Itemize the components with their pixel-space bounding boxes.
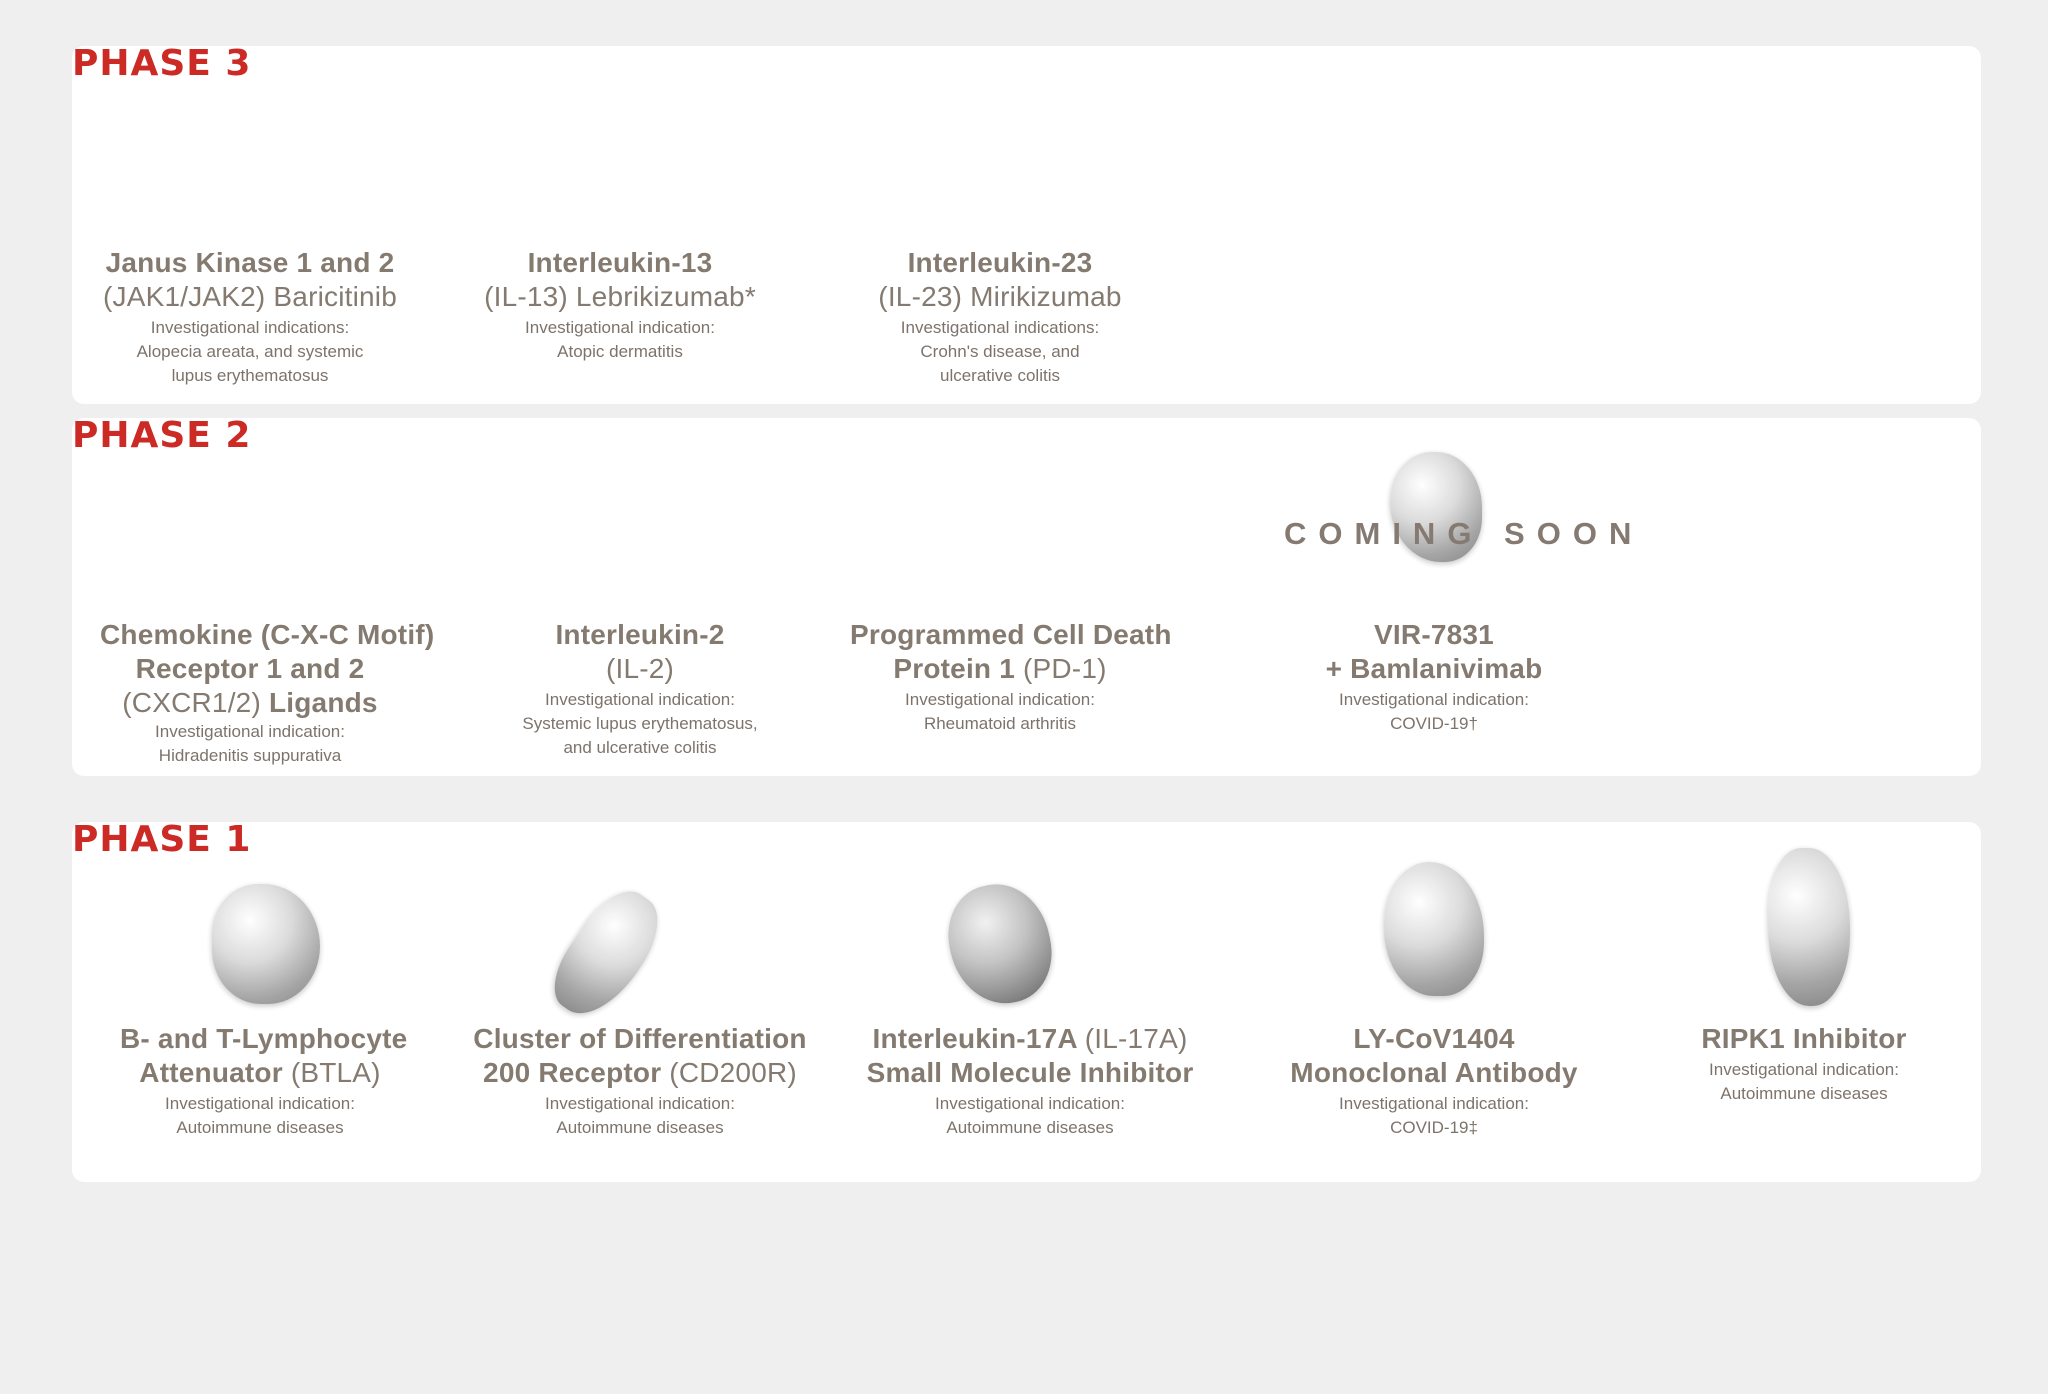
drug-abbrev: (BTLA) bbox=[290, 1057, 381, 1088]
drug-subname: (IL-2) bbox=[490, 652, 790, 686]
phase-1-item-lycov1404[interactable]: LY-CoV1404 Monoclonal Antibody Investiga… bbox=[1284, 1022, 1584, 1140]
drug-subname: Attenuator (BTLA) bbox=[120, 1056, 400, 1090]
indication-line: Crohn's disease, and bbox=[920, 342, 1080, 361]
indication-label: Investigational indications: bbox=[150, 318, 350, 337]
drug-abbrev: (IL-13) Lebrikizumab* bbox=[484, 281, 756, 312]
drug-abbrev: (IL-17A) bbox=[1084, 1023, 1188, 1054]
drug-abbrev: (CXCR1/2) bbox=[122, 687, 269, 718]
indication-label: Investigational indication: bbox=[545, 1094, 735, 1113]
drug-name: Programmed Cell Death bbox=[850, 619, 1172, 650]
indication-label: Investigational indication: bbox=[155, 722, 345, 741]
drug-name: Interleukin-23 bbox=[907, 247, 1093, 278]
indication-label: Investigational indication: bbox=[1339, 1094, 1529, 1113]
protein-structure-image bbox=[1768, 848, 1850, 1006]
indication-label: Investigational indication: bbox=[165, 1094, 355, 1113]
drug-name: Small Molecule Inhibitor bbox=[866, 1057, 1194, 1088]
indication-line: Autoimmune diseases bbox=[1720, 1084, 1888, 1103]
drug-name-bold: Attenuator bbox=[139, 1057, 291, 1088]
phase-1-item-il17a[interactable]: Interleukin-17A (IL-17A) Small Molecule … bbox=[860, 1022, 1200, 1140]
indication-label: Investigational indication: bbox=[905, 690, 1095, 709]
coming-soon-label: COMING SOON bbox=[1284, 516, 1644, 551]
phase-2-item-il2[interactable]: Interleukin-2 (IL-2) Investigational ind… bbox=[490, 618, 790, 760]
phase-2-item-cxcr[interactable]: Chemokine (C-X-C Motif) Receptor 1 and 2… bbox=[100, 618, 435, 768]
phase-1-item-cd200r[interactable]: Cluster of Differentiation 200 Receptor … bbox=[470, 1022, 810, 1140]
phase-1-panel: PHASE 1 B- and T-Lymphocyte Attenuator (… bbox=[72, 819, 1981, 1182]
drug-abbrev: (JAK1/JAK2) Baricitinib bbox=[102, 281, 398, 312]
indication-label: Investigational indication: bbox=[1709, 1060, 1899, 1079]
indication-line: Autoimmune diseases bbox=[176, 1118, 344, 1137]
indication-line: ulcerative colitis bbox=[940, 366, 1060, 385]
indication-line: COVID-19‡ bbox=[1390, 1118, 1478, 1137]
phase-3-tab bbox=[0, 0, 1909, 46]
phase-3-panel: PHASE 3 Janus Kinase 1 and 2 (JAK1/JAK2)… bbox=[72, 43, 1981, 404]
drug-name: Interleukin-2 bbox=[555, 619, 725, 650]
drug-name-bold: Interleukin-17A bbox=[872, 1023, 1085, 1054]
drug-name: Interleukin-17A (IL-17A) bbox=[860, 1022, 1200, 1056]
drug-name: LY-CoV1404 bbox=[1353, 1023, 1515, 1054]
drug-abbrev: (IL-23) Mirikizumab bbox=[878, 281, 1122, 312]
protein-structure-image bbox=[1384, 862, 1484, 996]
indication-line: Systemic lupus erythematosus, bbox=[522, 714, 758, 733]
drug-name: Monoclonal Antibody bbox=[1290, 1057, 1578, 1088]
indication-line: Autoimmune diseases bbox=[946, 1118, 1114, 1137]
protein-structure-image bbox=[938, 874, 1062, 1014]
phase-2-title: PHASE 2 bbox=[72, 415, 252, 456]
drug-subname: 200 Receptor (CD200R) bbox=[470, 1056, 810, 1090]
drug-name: RIPK1 Inhibitor bbox=[1701, 1023, 1907, 1054]
drug-name: VIR-7831 bbox=[1374, 619, 1494, 650]
drug-name: Janus Kinase 1 and 2 bbox=[105, 247, 395, 278]
indication-line: Atopic dermatitis bbox=[557, 342, 683, 361]
drug-name: B- and T-Lymphocyte bbox=[120, 1023, 408, 1054]
drug-abbrev: (PD-1) bbox=[1022, 653, 1107, 684]
protein-structure-image bbox=[212, 884, 320, 1004]
indication-line: COVID-19† bbox=[1390, 714, 1478, 733]
indication-label: Investigational indication: bbox=[525, 318, 715, 337]
indication-line: Hidradenitis suppurativa bbox=[158, 746, 342, 765]
drug-name: Cluster of Differentiation bbox=[473, 1023, 807, 1054]
indication-label: Investigational indication: bbox=[1339, 690, 1529, 709]
drug-abbrev: (CD200R) bbox=[669, 1057, 797, 1088]
indication-line: Alopecia areata, and systemic bbox=[136, 342, 364, 361]
drug-name: Chemokine (C-X-C Motif) bbox=[100, 619, 435, 650]
phase-2-item-pd1[interactable]: Programmed Cell Death Protein 1 (PD-1) I… bbox=[850, 618, 1172, 736]
protein-structure-image bbox=[539, 878, 675, 1030]
drug-abbrev: (IL-2) bbox=[605, 653, 675, 684]
phase-1-item-ripk1[interactable]: RIPK1 Inhibitor Investigational indicati… bbox=[1684, 1022, 1924, 1106]
phase-3-item-il13[interactable]: Interleukin-13 (IL-13) Lebrikizumab* Inv… bbox=[470, 246, 770, 364]
phase-2-item-vir7831[interactable]: VIR-7831 + Bamlanivimab Investigational … bbox=[1284, 618, 1584, 736]
indication-label: Investigational indication: bbox=[935, 1094, 1125, 1113]
phase-3-item-jak[interactable]: Janus Kinase 1 and 2 (JAK1/JAK2) Baricit… bbox=[100, 246, 400, 388]
indication-line: Autoimmune diseases bbox=[556, 1118, 724, 1137]
drug-name-bold: Ligands bbox=[268, 687, 378, 718]
indication-label: Investigational indication: bbox=[545, 690, 735, 709]
drug-subname: (IL-13) Lebrikizumab* bbox=[470, 280, 770, 314]
drug-name-bold: Protein 1 bbox=[893, 653, 1023, 684]
drug-name-bold: 200 Receptor bbox=[483, 1057, 670, 1088]
indication-line: Rheumatoid arthritis bbox=[923, 714, 1077, 733]
indication-line: and ulcerative colitis bbox=[563, 738, 717, 757]
drug-name: Interleukin-13 bbox=[527, 247, 713, 278]
drug-subname: (JAK1/JAK2) Baricitinib bbox=[100, 280, 400, 314]
phase-3-item-il23[interactable]: Interleukin-23 (IL-23) Mirikizumab Inves… bbox=[850, 246, 1150, 388]
indication-line: lupus erythematosus bbox=[171, 366, 329, 385]
drug-name: Receptor 1 and 2 bbox=[135, 653, 365, 684]
phase-3-title: PHASE 3 bbox=[72, 43, 252, 84]
pipeline-page: PHASE 3 Janus Kinase 1 and 2 (JAK1/JAK2)… bbox=[0, 0, 2048, 1394]
phase-2-panel: PHASE 2 COMING SOON Chemokine (C-X-C Mot… bbox=[72, 415, 1981, 776]
drug-name: (CXCR1/2) Ligands bbox=[100, 686, 400, 720]
drug-subname: Protein 1 (PD-1) bbox=[850, 652, 1150, 686]
indication-label: Investigational indications: bbox=[900, 318, 1100, 337]
drug-name: + Bamlanivimab bbox=[1325, 653, 1543, 684]
phase-1-title: PHASE 1 bbox=[72, 819, 252, 860]
phase-1-item-btla[interactable]: B- and T-Lymphocyte Attenuator (BTLA) In… bbox=[120, 1022, 408, 1140]
drug-subname: (IL-23) Mirikizumab bbox=[850, 280, 1150, 314]
